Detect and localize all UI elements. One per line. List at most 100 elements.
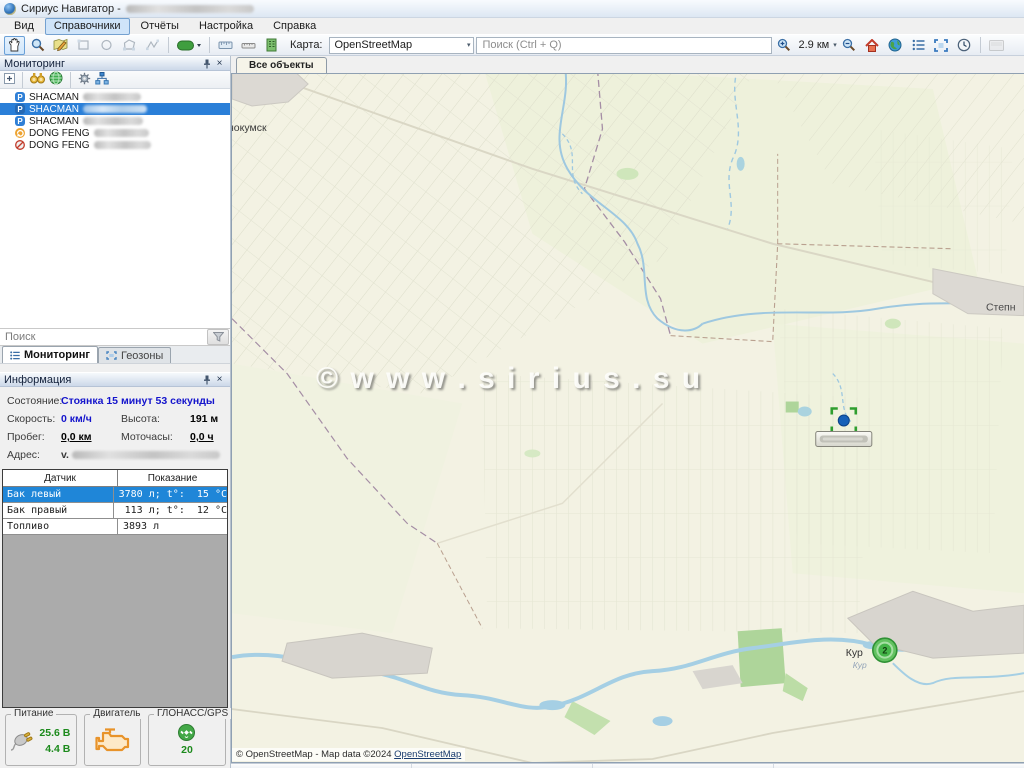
watermark: © w w w . s i r i u s . s u <box>316 362 702 396</box>
town-label-topleft: нокумск <box>232 123 267 134</box>
speed-value: 0 км/ч <box>61 413 121 425</box>
vehicle-row-selected[interactable]: P SHACMAN <box>0 103 230 115</box>
main-content: Мониторинг × <box>0 56 1024 768</box>
draw-rect-button[interactable] <box>73 36 94 55</box>
engine-label: Двигатель <box>90 708 143 719</box>
binoculars-icon <box>30 72 45 84</box>
sensor-value: 3780 л; t°: 15 °C <box>114 487 227 502</box>
map-source-select[interactable]: OpenStreetMap ▾ <box>329 37 474 54</box>
map-tab-all-objects[interactable]: Все объекты <box>236 57 327 73</box>
home-view-button[interactable] <box>862 36 883 55</box>
menu-reports[interactable]: Отчёты <box>132 18 188 35</box>
fit-selection-button[interactable] <box>931 36 952 55</box>
altitude-label: Высота: <box>121 413 179 425</box>
zoom-tool-button[interactable] <box>27 36 48 55</box>
status-row: Питание 25.6 В 4.4 В Двигатель <box>0 708 230 768</box>
address-prefix: v. <box>61 449 69 461</box>
find-object-button[interactable] <box>30 72 45 87</box>
show-on-map-button[interactable] <box>49 71 63 88</box>
basemap: нокумск Степн Кур Кур 2 <box>232 74 1024 762</box>
fit-bounds-icon <box>934 39 948 52</box>
home-icon <box>865 39 879 52</box>
offline-status-icon <box>15 140 25 150</box>
vehicle-row[interactable]: P SHACMAN <box>0 91 230 103</box>
pin-panel-button[interactable] <box>200 58 213 70</box>
gps-label: ГЛОНАСС/GPS <box>154 708 231 719</box>
global-search-input[interactable]: Поиск (Ctrl + Q) <box>476 37 772 54</box>
toolbar-separator <box>168 37 169 53</box>
tab-geozones[interactable]: Геозоны <box>98 347 171 363</box>
measure-area-button[interactable] <box>238 36 259 55</box>
scale-dropdown-icon[interactable]: ▾ <box>833 42 837 49</box>
zoom-out-button[interactable] <box>839 36 860 55</box>
map-source-value: OpenStreetMap <box>335 39 413 51</box>
extra-tool-button[interactable] <box>986 36 1007 55</box>
cluster-marker[interactable]: 2 <box>873 638 897 662</box>
track-layer-icon <box>177 39 201 52</box>
svg-text:P: P <box>17 117 23 126</box>
engine-groupbox: Двигатель <box>84 714 141 766</box>
engine-icon <box>95 727 131 753</box>
vehicle-row[interactable]: P SHACMAN <box>0 115 230 127</box>
tree-search-input[interactable]: Поиск <box>0 331 207 343</box>
menu-help[interactable]: Справка <box>264 18 325 35</box>
draw-circle-button[interactable] <box>96 36 117 55</box>
tab-monitoring[interactable]: Мониторинг <box>2 346 98 363</box>
vehicle-row[interactable]: DONG FENG <box>0 139 230 151</box>
clock-icon <box>957 38 971 52</box>
vehicle-tree: P SHACMAN P SHACMAN P SHACMAN DONG FENG <box>0 89 230 328</box>
stale-data-status-icon <box>15 128 25 138</box>
zoom-in-button[interactable] <box>774 36 795 55</box>
filter-button[interactable] <box>207 329 229 345</box>
vehicle-name: DONG FENG <box>29 140 90 151</box>
map-source-label: Карта: <box>284 39 327 51</box>
sensor-name: Бак левый <box>3 487 114 502</box>
map-edit-icon <box>53 38 68 52</box>
globe-icon <box>888 38 902 52</box>
info-panel-header: Информация × <box>0 372 230 387</box>
river-label-bottom: Кур <box>853 660 867 670</box>
map-canvas[interactable]: нокумск Степн Кур Кур 2 <box>231 73 1024 763</box>
attribution-link[interactable]: OpenStreetMap <box>394 749 461 760</box>
vehicle-name-redacted <box>94 141 151 149</box>
attribution-text: © OpenStreetMap - Map data ©2024 <box>236 749 394 760</box>
vehicle-name-redacted <box>83 105 147 113</box>
pin-panel-button[interactable] <box>200 374 213 386</box>
sensor-row-selected[interactable]: Бак левый 3780 л; t°: 15 °C <box>3 487 227 503</box>
menu-view[interactable]: Вид <box>5 18 43 35</box>
tab-geozones-label: Геозоны <box>121 350 163 362</box>
main-toolbar: Карта: OpenStreetMap ▾ Поиск (Ctrl + Q) … <box>0 34 1024 56</box>
pan-tool-button[interactable] <box>4 36 25 55</box>
objects-catalog-button[interactable] <box>261 36 282 55</box>
toolbar-separator <box>980 37 981 53</box>
hierarchy-icon <box>95 72 109 85</box>
tree-settings-button[interactable] <box>78 72 91 88</box>
measure-distance-button[interactable] <box>215 36 236 55</box>
app-icon <box>4 3 16 15</box>
expand-all-button[interactable] <box>4 73 15 87</box>
world-view-button[interactable] <box>885 36 906 55</box>
sensor-row[interactable]: Топливо 3893 л <box>3 519 227 535</box>
sidebar-tabs: Мониторинг Геозоны <box>0 346 230 364</box>
building-icon <box>265 38 278 52</box>
draw-polyline-button[interactable] <box>142 36 163 55</box>
menu-directories[interactable]: Справочники <box>45 18 130 35</box>
tree-grouping-button[interactable] <box>95 72 109 88</box>
track-layer-button[interactable] <box>174 36 204 55</box>
mileage-label: Пробег: <box>7 431 61 443</box>
edit-map-button[interactable] <box>50 36 71 55</box>
circle-shape-icon <box>100 39 113 51</box>
legend-list-button[interactable] <box>908 36 929 55</box>
history-time-button[interactable] <box>954 36 975 55</box>
status-separator <box>773 764 774 768</box>
sensor-row[interactable]: Бак правый 113 л; t°: 12 °C <box>3 503 227 519</box>
hand-icon <box>8 38 21 52</box>
info-grid: Состояние: Стоянка 15 минут 53 секунды С… <box>0 387 230 467</box>
draw-polygon-button[interactable] <box>119 36 140 55</box>
close-panel-button[interactable]: × <box>213 58 226 70</box>
menu-settings[interactable]: Настройка <box>190 18 262 35</box>
vehicle-row[interactable]: DONG FENG <box>0 127 230 139</box>
geozones-tab-icon <box>106 351 117 360</box>
pin-icon <box>203 59 211 69</box>
close-panel-button[interactable]: × <box>213 374 226 386</box>
